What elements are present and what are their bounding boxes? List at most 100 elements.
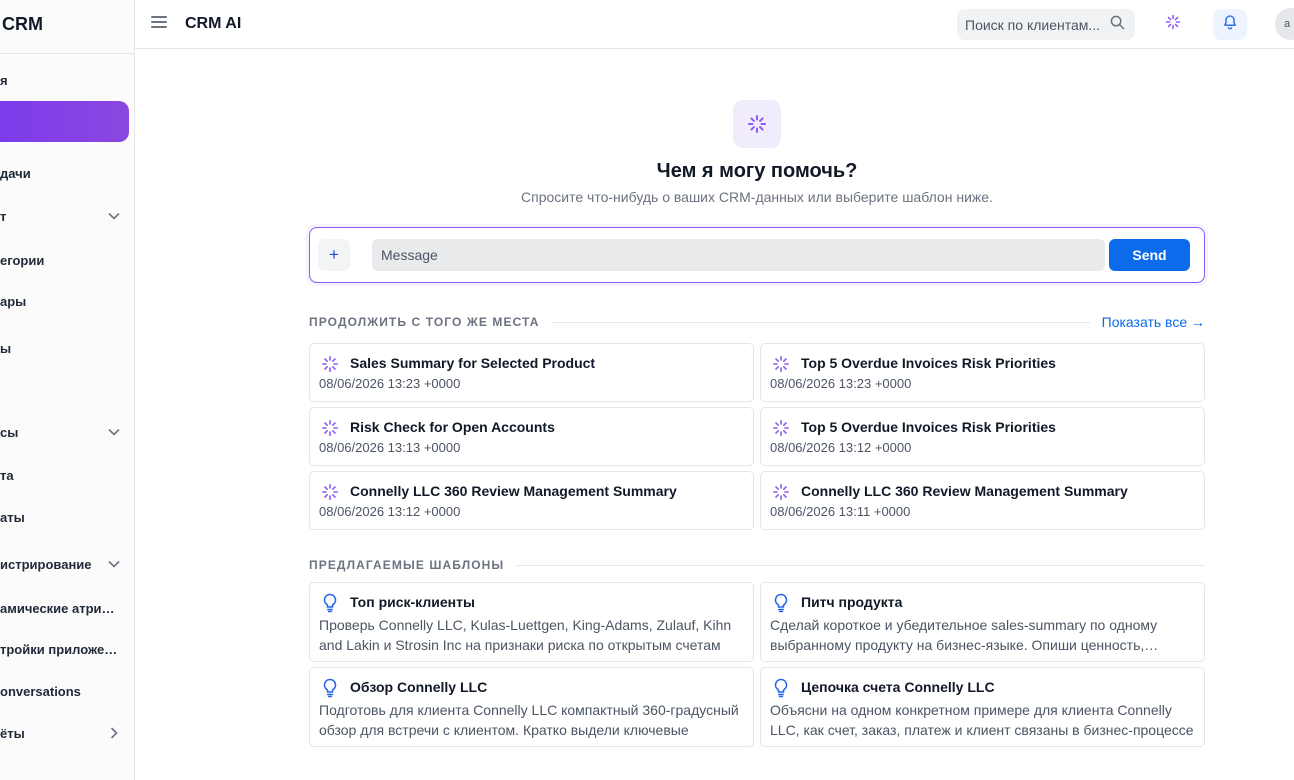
recent-section-header: ПРОДОЛЖИТЬ С ТОГО ЖЕ МЕСТА Показать все … bbox=[309, 313, 1205, 331]
sidebar-item-label: ёты bbox=[0, 725, 25, 741]
message-composer: + Send bbox=[309, 227, 1205, 283]
hero-subtitle: Спросите что-нибудь о ваших CRM-данных и… bbox=[521, 189, 993, 205]
sidebar-item-label: сы bbox=[0, 424, 19, 440]
sidebar-item-6[interactable]: сы bbox=[0, 420, 134, 444]
sidebar-item-3[interactable]: егории bbox=[0, 248, 134, 272]
sidebar-item-4[interactable]: ары bbox=[0, 289, 134, 313]
recent-section-title: ПРОДОЛЖИТЬ С ТОГО ЖЕ МЕСТА bbox=[309, 315, 540, 329]
card-title: Sales Summary for Selected Product bbox=[350, 355, 596, 371]
card-timestamp: 08/06/2026 13:12 +0000 bbox=[319, 504, 461, 519]
card-title: Connelly LLC 360 Review Management Summa… bbox=[801, 483, 1128, 499]
sidebar-item-1[interactable]: дачи bbox=[0, 161, 134, 185]
sidebar-item-label: егории bbox=[0, 252, 45, 268]
ai-hero-icon bbox=[733, 100, 781, 148]
template-card[interactable]: Цепочка счета Connelly LLC Объясни на од… bbox=[760, 667, 1205, 747]
sidebar-item-label: истрирование bbox=[0, 556, 92, 572]
chevron-down-icon bbox=[104, 212, 124, 220]
menu-icon[interactable] bbox=[151, 16, 167, 30]
card-title: Risk Check for Open Accounts bbox=[350, 419, 555, 435]
card-timestamp: 08/06/2026 13:23 +0000 bbox=[770, 376, 912, 391]
section-divider bbox=[551, 321, 1090, 323]
card-timestamp: 08/06/2026 13:12 +0000 bbox=[770, 440, 912, 455]
hero-title: Чем я могу помочь? bbox=[656, 160, 858, 182]
template-card[interactable]: Обзор Connelly LLC Подготовь для клиента… bbox=[309, 667, 754, 747]
ai-loader-icon bbox=[320, 482, 340, 502]
card-timestamp: 08/06/2026 13:13 +0000 bbox=[319, 440, 461, 455]
card-title: Цепочка счета Connelly LLC bbox=[801, 679, 995, 695]
card-description: Подготовь для клиента Connelly LLC компа… bbox=[319, 702, 739, 738]
sidebar-item-7[interactable]: та bbox=[0, 463, 134, 487]
ai-loader-icon bbox=[1165, 14, 1181, 35]
ai-sparkle-button[interactable] bbox=[1156, 9, 1190, 40]
bell-icon bbox=[1222, 14, 1238, 35]
top-header: CRM AI a bbox=[135, 0, 1294, 49]
sidebar-item-label: та bbox=[0, 467, 14, 483]
chevron-down-icon bbox=[104, 560, 124, 568]
attach-button[interactable]: + bbox=[318, 239, 350, 271]
sidebar-item-5[interactable]: ы bbox=[0, 336, 134, 360]
chevron-right-icon bbox=[104, 727, 124, 739]
sidebar-item-label: тройки приложе… bbox=[0, 641, 118, 657]
sidebar-item-label: т bbox=[0, 208, 7, 224]
sidebar-item-label: ы bbox=[0, 340, 12, 356]
recent-conversation-card[interactable]: Risk Check for Open Accounts 08/06/2026 … bbox=[309, 407, 754, 466]
ai-loader-icon bbox=[320, 354, 340, 374]
card-title: Обзор Connelly LLC bbox=[350, 679, 488, 695]
sidebar-item-label: аты bbox=[0, 509, 25, 525]
recent-conversation-card[interactable]: Top 5 Overdue Invoices Risk Priorities 0… bbox=[760, 407, 1205, 466]
recent-conversation-card[interactable]: Connelly LLC 360 Review Management Summa… bbox=[309, 471, 754, 530]
ai-loader-icon bbox=[771, 482, 791, 502]
page-title: CRM AI bbox=[185, 15, 242, 32]
section-divider bbox=[516, 564, 1205, 566]
ai-loader-icon bbox=[320, 418, 340, 438]
search-box[interactable] bbox=[957, 9, 1135, 40]
sidebar-item-0[interactable]: я bbox=[0, 68, 134, 92]
card-description: Сделай короткое и убедительное sales-sum… bbox=[770, 617, 1158, 653]
card-title: Питч продукта bbox=[801, 594, 903, 610]
recent-conversation-card[interactable]: Connelly LLC 360 Review Management Summa… bbox=[760, 471, 1205, 530]
lightbulb-icon bbox=[771, 678, 791, 698]
card-title: Top 5 Overdue Invoices Risk Priorities bbox=[801, 355, 1056, 371]
card-title: Connelly LLC 360 Review Management Summa… bbox=[350, 483, 677, 499]
card-description: Проверь Connelly LLC, Kulas-Luettgen, Ki… bbox=[319, 617, 732, 653]
show-all-link[interactable]: Показать все → bbox=[1102, 314, 1205, 330]
ai-loader-icon bbox=[771, 354, 791, 374]
card-timestamp: 08/06/2026 13:23 +0000 bbox=[319, 376, 461, 391]
sidebar-item-9[interactable]: истрирование bbox=[0, 552, 134, 576]
lightbulb-icon bbox=[320, 678, 340, 698]
card-description: Объясни на одном конкретном примере для … bbox=[770, 702, 1194, 738]
sidebar-item-label: дачи bbox=[0, 165, 31, 181]
chevron-down-icon bbox=[104, 428, 124, 436]
sidebar: CRM я дачи т егории ары ы сы та аты истр… bbox=[0, 0, 135, 780]
recent-conversation-card[interactable]: Top 5 Overdue Invoices Risk Priorities 0… bbox=[760, 343, 1205, 402]
ai-loader-icon bbox=[771, 418, 791, 438]
sidebar-item-label: onversations bbox=[0, 683, 81, 699]
sidebar-item-11[interactable]: тройки приложе… bbox=[0, 637, 134, 661]
search-icon[interactable] bbox=[1110, 15, 1125, 35]
sidebar-item-12[interactable]: onversations bbox=[0, 679, 134, 703]
avatar[interactable]: a bbox=[1275, 8, 1294, 40]
sidebar-item-13[interactable]: ёты bbox=[0, 721, 134, 745]
send-button[interactable]: Send bbox=[1109, 239, 1190, 271]
templates-section-title: ПРЕДЛАГАЕМЫЕ ШАБЛОНЫ bbox=[309, 558, 505, 572]
sidebar-item-label: я bbox=[0, 72, 8, 88]
sidebar-item-label: амические атри… bbox=[0, 600, 115, 616]
sidebar-item-10[interactable]: амические атри… bbox=[0, 596, 134, 620]
template-card[interactable]: Топ риск-клиенты Проверь Connelly LLC, K… bbox=[309, 582, 754, 662]
brand-logo-text: CRM bbox=[2, 14, 43, 34]
avatar-initial: a bbox=[1284, 18, 1291, 30]
search-input[interactable] bbox=[965, 16, 1110, 33]
notifications-button[interactable] bbox=[1213, 9, 1247, 40]
sidebar-item-2[interactable]: т bbox=[0, 204, 134, 228]
sidebar-item-active[interactable] bbox=[0, 101, 129, 142]
template-card[interactable]: Питч продукта Сделай короткое и убедител… bbox=[760, 582, 1205, 662]
sidebar-item-8[interactable]: аты bbox=[0, 505, 134, 529]
sidebar-divider bbox=[0, 53, 134, 54]
recent-conversation-card[interactable]: Sales Summary for Selected Product 08/06… bbox=[309, 343, 754, 402]
message-input[interactable] bbox=[372, 239, 1105, 271]
card-title: Top 5 Overdue Invoices Risk Priorities bbox=[801, 419, 1056, 435]
templates-section-header: ПРЕДЛАГАЕМЫЕ ШАБЛОНЫ bbox=[309, 556, 1205, 574]
card-timestamp: 08/06/2026 13:11 +0000 bbox=[770, 504, 911, 519]
lightbulb-icon bbox=[320, 593, 340, 613]
lightbulb-icon bbox=[771, 593, 791, 613]
